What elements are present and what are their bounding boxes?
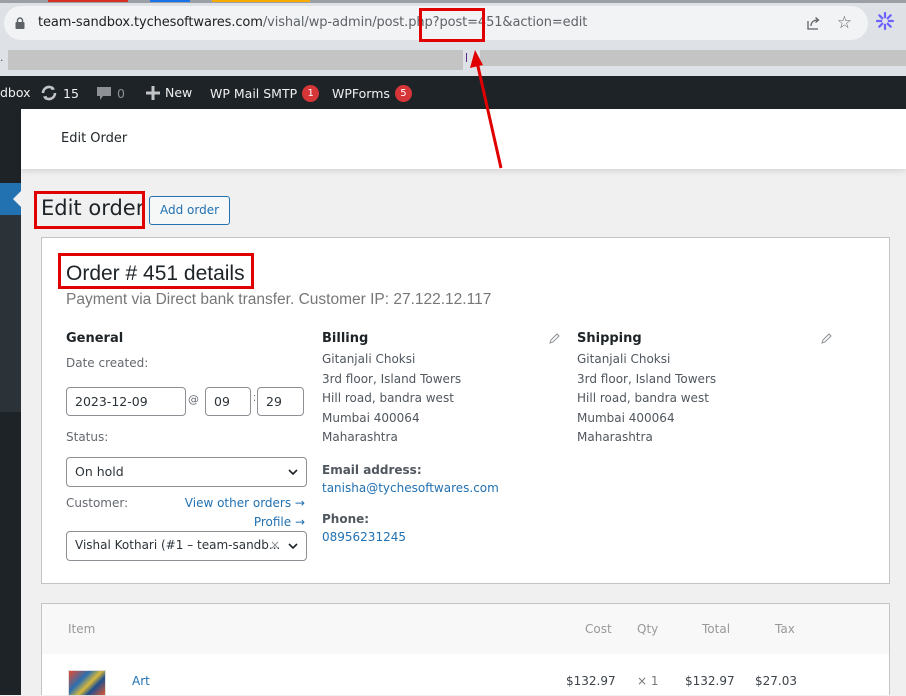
product-name-link[interactable]: Art — [132, 674, 150, 688]
email-label: Email address: — [322, 462, 422, 477]
wpforms-link[interactable]: WPForms 5 — [332, 85, 412, 102]
bookmark-separator — [466, 53, 467, 62]
column-header-cost: Cost — [585, 622, 612, 636]
customer-select[interactable]: Vishal Kothari (#1 – team-sandb... × — [66, 531, 307, 561]
new-label: New — [165, 85, 193, 100]
tab-strip — [0, 0, 906, 3]
at-symbol: @ — [188, 393, 199, 406]
shipping-address-1: 3rd floor, Island Towers — [577, 371, 717, 386]
redacted-bookmarks — [8, 50, 463, 70]
item-qty: × 1 — [637, 674, 659, 688]
annotation-box-url-post-id — [419, 8, 485, 42]
general-heading: General — [66, 331, 124, 346]
updates-count: 15 — [63, 85, 79, 101]
updates-link[interactable]: 15 — [40, 85, 79, 101]
item-tax: $27.03 — [755, 674, 797, 688]
plus-icon — [146, 85, 160, 100]
notification-badge: 5 — [394, 85, 412, 102]
updates-icon — [41, 85, 57, 101]
shipping-address-2: Hill road, bandra west — [577, 391, 709, 405]
column-header-qty: Qty — [637, 622, 659, 636]
status-label: Status: — [66, 430, 109, 444]
customer-profile-link[interactable]: Profile → — [254, 515, 305, 529]
items-table-header: Item Cost Qty Total Tax — [42, 604, 889, 654]
phone-label: Phone: — [322, 511, 370, 526]
customer-value: Vishal Kothari (#1 – team-sandb... — [75, 538, 281, 552]
site-name-link[interactable]: dbox — [0, 85, 31, 100]
shipping-state: Maharashtra — [577, 430, 653, 444]
order-details-panel: Order # 451 details Payment via Direct b… — [41, 237, 890, 584]
sidebar-submenu[interactable] — [0, 215, 21, 412]
column-header-tax: Tax — [775, 622, 795, 636]
url-text[interactable]: team-sandbox.tychesoftwares.com/vishal/w… — [38, 15, 587, 30]
comments-link[interactable]: 0 — [96, 85, 125, 101]
table-row: Art $132.97 × 1 $132.97 $27.03 — [42, 654, 889, 696]
redacted-bookmarks — [480, 50, 906, 66]
billing-name: Gitanjali Choksi — [322, 352, 416, 366]
extension-icon[interactable] — [876, 12, 894, 30]
billing-heading: Billing — [322, 331, 369, 346]
date-created-input[interactable]: 2023-12-09 — [66, 387, 186, 416]
general-section: General Date created: — [66, 331, 306, 370]
status-value: On hold — [75, 464, 124, 479]
column-header-item: Item — [68, 622, 96, 636]
url-host: team-sandbox.tychesoftwares.com — [38, 15, 263, 30]
shipping-heading: Shipping — [577, 331, 642, 346]
chevron-down-icon — [288, 543, 298, 550]
edit-billing-pencil-icon[interactable] — [549, 333, 560, 344]
bookmark-star-icon[interactable]: ☆ — [837, 14, 852, 31]
annotation-box-page-title — [34, 191, 145, 229]
date-created-label: Date created: — [66, 356, 149, 370]
shipping-section: Shipping Gitanjali Choksi 3rd floor, Isl… — [577, 331, 832, 448]
customer-label: Customer: — [66, 496, 129, 510]
annotation-box-order-heading — [58, 253, 254, 289]
edit-shipping-pencil-icon[interactable] — [821, 333, 832, 344]
wp-mail-smtp-link[interactable]: WP Mail SMTP 1 — [210, 85, 320, 102]
wp-mail-smtp-label: WP Mail SMTP — [210, 86, 298, 101]
item-cost: $132.97 — [566, 674, 616, 688]
order-payment-meta: Payment via Direct bank transfer. Custom… — [66, 291, 492, 308]
comment-icon — [97, 87, 111, 100]
time-separator: : — [253, 392, 257, 404]
add-order-button[interactable]: Add order — [149, 196, 230, 225]
billing-address-2: Hill road, bandra west — [322, 391, 454, 405]
share-icon[interactable] — [806, 15, 822, 31]
bookmark-fragment: . — [0, 50, 4, 64]
active-indicator-arrow — [13, 191, 21, 207]
billing-phone-link[interactable]: 08956231245 — [322, 530, 562, 544]
status-select[interactable]: On hold — [66, 457, 307, 487]
tab-indicator[interactable] — [48, 0, 128, 2]
comments-count: 0 — [117, 85, 125, 101]
column-header-total: Total — [702, 622, 731, 636]
billing-email-link[interactable]: tanisha@tychesoftwares.com — [322, 481, 562, 495]
admin-sidebar — [0, 109, 21, 695]
billing-city-postcode: Mumbai 400064 — [322, 410, 420, 425]
woocommerce-header: Edit Order — [21, 109, 906, 169]
billing-address-1: 3rd floor, Island Towers — [322, 371, 462, 386]
product-thumbnail[interactable] — [68, 670, 106, 696]
shipping-name: Gitanjali Choksi — [577, 352, 671, 366]
site-name: dbox — [0, 85, 31, 100]
hour-input[interactable]: 09 — [205, 387, 251, 416]
wp-admin-bar: dbox 15 0 New WP Mail SMTP 1 WPForms 5 — [0, 76, 906, 109]
minute-input[interactable]: 29 — [257, 387, 304, 416]
chevron-down-icon — [288, 469, 298, 476]
tab-indicator[interactable] — [150, 0, 190, 2]
new-content-link[interactable]: New — [146, 85, 192, 100]
lock-icon — [15, 17, 25, 29]
header-title: Edit Order — [61, 131, 128, 146]
order-items-panel: Item Cost Qty Total Tax Art $132.97 × 1 … — [41, 603, 890, 696]
notification-badge: 1 — [302, 85, 320, 102]
billing-state: Maharashtra — [322, 430, 398, 444]
tab-indicator[interactable] — [212, 0, 310, 2]
item-total: $132.97 — [685, 674, 735, 688]
wpforms-label: WPForms — [332, 86, 390, 101]
billing-section: Billing Gitanjali Choksi 3rd floor, Isla… — [322, 331, 562, 544]
clear-customer-icon[interactable]: × — [270, 532, 280, 559]
bookmarks-bar: . — [0, 46, 906, 74]
view-other-orders-link[interactable]: View other orders → — [185, 496, 305, 510]
shipping-city-postcode: Mumbai 400064 — [577, 410, 675, 425]
